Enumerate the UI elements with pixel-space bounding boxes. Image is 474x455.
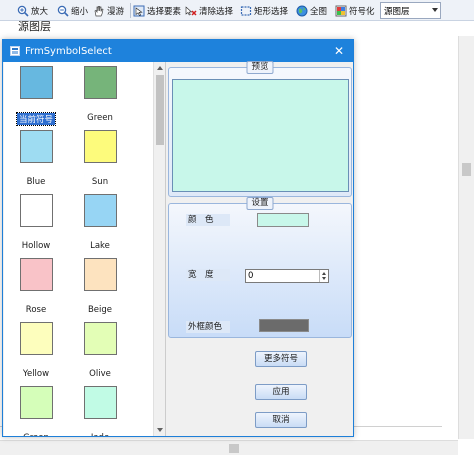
symbol-label: Jade (89, 433, 111, 436)
zoom-in-icon (17, 5, 29, 17)
app-icon (10, 46, 20, 56)
symbol-list-scroll-thumb[interactable] (156, 75, 164, 145)
symbol-label: Rose (25, 305, 47, 315)
cancel-button[interactable]: 取消 (255, 412, 307, 428)
symbol-label: Olive (89, 369, 111, 379)
layer-combobox[interactable]: 源图层 (380, 2, 441, 19)
outline-color-label: 外框颜色 (186, 321, 230, 333)
pan-label: 漫游 (107, 6, 125, 17)
fill-color-picker[interactable] (257, 213, 309, 227)
clear-selection-tool[interactable]: 清除选择 (185, 2, 233, 19)
spin-up-icon[interactable] (322, 272, 326, 275)
symbol-item[interactable]: Olive (72, 322, 128, 379)
symbol-item[interactable]: Green (72, 66, 128, 123)
apply-button[interactable]: 应用 (255, 384, 307, 400)
symbol-item[interactable]: Blue (8, 130, 64, 187)
select-features-label: 选择要素 (147, 6, 182, 17)
symbol-label: Sun (91, 177, 109, 187)
chevron-down-icon[interactable] (432, 8, 438, 12)
symbol-item[interactable]: Hollow (8, 194, 64, 251)
symbol-swatch[interactable] (83, 66, 117, 99)
hand-icon (93, 5, 105, 17)
dialog-title: FrmSymbolSelect (25, 45, 112, 57)
symbol-list[interactable]: 当前符号 Green Blue Sun Hollow Lake Rose Beige Yello… (4, 62, 166, 436)
zoom-in-tool[interactable]: 放大 (17, 2, 48, 19)
symbol-swatch[interactable] (19, 322, 53, 355)
full-extent-label: 全图 (310, 6, 328, 17)
more-symbols-button[interactable]: 更多符号 (255, 351, 307, 367)
clear-selection-label: 清除选择 (199, 6, 234, 17)
full-extent-tool[interactable]: 全图 (296, 2, 327, 19)
width-input[interactable] (245, 269, 329, 283)
symbol-item[interactable]: Beige (72, 258, 128, 315)
select-arrow-icon (133, 5, 145, 17)
symbol-swatch[interactable] (19, 258, 53, 291)
symbolize-label: 符号化 (349, 6, 375, 17)
symbol-preview (172, 79, 349, 192)
fill-color-label: 颜 色 (186, 214, 230, 226)
symbol-swatch[interactable] (83, 130, 117, 163)
rect-select-tool[interactable]: 矩形选择 (240, 2, 288, 19)
layer-header: 源图层 (18, 20, 51, 33)
clear-selection-icon (185, 5, 197, 17)
symbol-swatch[interactable] (83, 258, 117, 291)
preview-group: 预览 (168, 61, 352, 197)
map-horizontal-scroll-thumb[interactable] (229, 444, 239, 453)
map-horizontal-scrollbar[interactable] (0, 440, 458, 455)
symbol-label: Beige (87, 305, 113, 315)
scroll-up-arrow-icon[interactable] (157, 66, 163, 70)
symbol-label: Green (21, 433, 51, 436)
symbol-swatch[interactable] (83, 322, 117, 355)
symbolize-icon (335, 5, 347, 17)
map-vertical-scroll-thumb[interactable] (462, 163, 471, 176)
symbol-label: Lake (90, 241, 110, 251)
zoom-out-label: 缩小 (71, 6, 89, 17)
rect-select-label: 矩形选择 (254, 6, 289, 17)
symbol-label: Yellow (22, 369, 50, 379)
zoom-in-label: 放大 (31, 6, 49, 17)
width-label: 宽 度 (186, 269, 230, 281)
symbol-item[interactable]: Green (8, 386, 64, 436)
symbol-label: Hollow (21, 241, 51, 251)
symbol-item[interactable]: Yellow (8, 322, 64, 379)
settings-group: 设置 颜 色 宽 度 外框颜色 (168, 197, 352, 338)
symbol-item[interactable]: 当前符号 (8, 66, 64, 126)
outline-color-picker[interactable] (259, 319, 309, 332)
spin-down-icon[interactable] (322, 277, 326, 280)
globe-icon (296, 5, 308, 17)
toolbar-separator (130, 3, 131, 18)
zoom-out-tool[interactable]: 缩小 (57, 2, 88, 19)
layer-combobox-value: 源图层 (384, 6, 410, 17)
symbolize-tool[interactable]: 符号化 (335, 2, 375, 19)
width-spinner[interactable] (319, 270, 328, 282)
symbol-item[interactable]: Sun (72, 130, 128, 187)
symbol-item[interactable]: Jade (72, 386, 128, 436)
symbol-swatch[interactable] (19, 130, 53, 163)
scroll-down-arrow-icon[interactable] (157, 428, 163, 432)
settings-legend: 设置 (246, 197, 274, 210)
zoom-out-icon (57, 5, 69, 17)
select-features-tool[interactable]: 选择要素 (133, 2, 181, 19)
symbol-label: 当前符号 (15, 112, 57, 126)
map-toolbar: 放大 缩小 漫游 选择要素 清除选择 矩形选择 全图 符号化 源图层 (0, 0, 474, 21)
symbol-list-scrollbar[interactable] (153, 62, 165, 436)
preview-legend: 预览 (246, 61, 274, 74)
symbol-label: Green (87, 113, 113, 123)
symbol-select-dialog: FrmSymbolSelect ✕ 当前符号 Green Blue Sun Hollow… (2, 39, 354, 437)
symbol-item[interactable]: Lake (72, 194, 128, 251)
pan-tool[interactable]: 漫游 (93, 2, 124, 19)
symbol-swatch[interactable] (19, 194, 53, 227)
close-icon[interactable]: ✕ (331, 43, 347, 59)
dialog-titlebar[interactable]: FrmSymbolSelect ✕ (3, 40, 353, 62)
rect-select-icon (240, 5, 252, 17)
symbol-label: Blue (26, 177, 46, 187)
map-vertical-scrollbar[interactable] (458, 36, 474, 439)
symbol-swatch[interactable] (19, 386, 53, 419)
symbol-swatch[interactable] (19, 66, 53, 99)
symbol-swatch[interactable] (83, 194, 117, 227)
symbol-item[interactable]: Rose (8, 258, 64, 315)
symbol-swatch[interactable] (83, 386, 117, 419)
